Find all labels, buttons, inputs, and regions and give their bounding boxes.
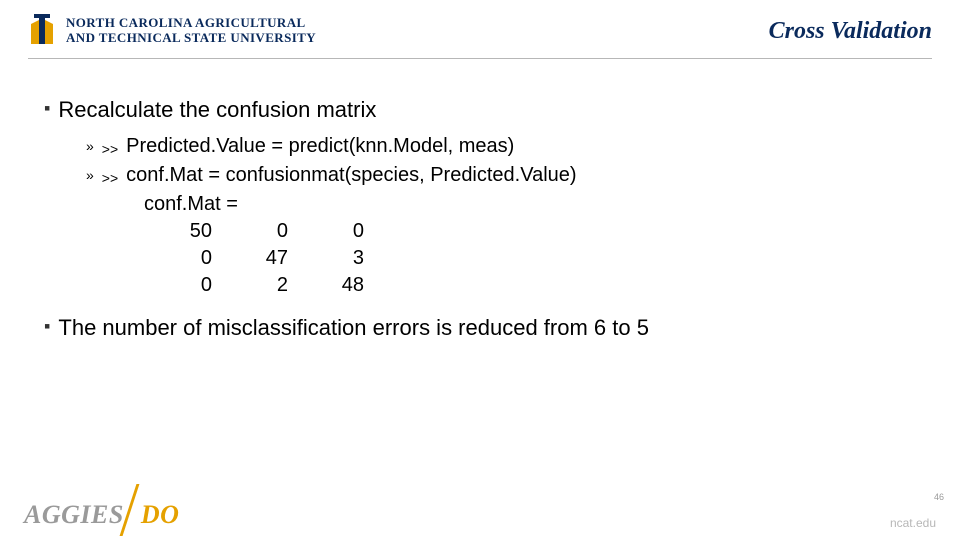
header-row: NORTH CAROLINA AGRICULTURAL AND TECHNICA…: [28, 14, 932, 48]
table-row: 0 2 48: [164, 272, 392, 299]
bullet-item: ▪ The number of misclassification errors…: [44, 313, 916, 343]
do-word: DO: [141, 500, 180, 530]
matrix-cell: 0: [164, 245, 240, 272]
sub-bullet-icon: »: [86, 162, 94, 191]
prompt-symbol: >>: [102, 133, 118, 162]
matrix-cell: 0: [164, 272, 240, 299]
university-logo: NORTH CAROLINA AGRICULTURAL AND TECHNICA…: [28, 14, 316, 48]
matrix-cell: 48: [316, 272, 392, 299]
matrix-cell: 2: [240, 272, 316, 299]
bullet-item: ▪ Recalculate the confusion matrix: [44, 95, 916, 125]
bullet-text: Recalculate the confusion matrix: [58, 95, 376, 125]
site-url: ncat.edu: [890, 516, 936, 530]
matrix-cell: 0: [240, 218, 316, 245]
sub-bullet: » >> conf.Mat = confusionmat(species, Pr…: [86, 162, 916, 191]
sub-bullet: » >> Predicted.Value = predict(knn.Model…: [86, 133, 916, 162]
logo-line1: NORTH CAROLINA AGRICULTURAL: [66, 16, 316, 31]
matrix-cell: 50: [164, 218, 240, 245]
sub-bullets: » >> Predicted.Value = predict(knn.Model…: [86, 133, 916, 299]
matrix-cell: 3: [316, 245, 392, 272]
code-line: conf.Mat = confusionmat(species, Predict…: [126, 162, 576, 191]
bullet-square-icon: ▪: [44, 95, 50, 125]
header-divider: [28, 58, 932, 59]
matrix-cell: 47: [240, 245, 316, 272]
prompt-symbol: >>: [102, 162, 118, 191]
slide-title: Cross Validation: [769, 18, 932, 45]
table-row: 0 47 3: [164, 245, 392, 272]
sub-bullet-icon: »: [86, 133, 94, 162]
slide-footer: AGGIES DO ncat.edu: [0, 484, 960, 530]
logo-line2: AND TECHNICAL STATE UNIVERSITY: [66, 31, 316, 46]
aggies-word: AGGIES: [24, 500, 124, 530]
matrix-cell: 0: [316, 218, 392, 245]
output-label: conf.Mat =: [144, 191, 916, 218]
code-line: Predicted.Value = predict(knn.Model, mea…: [126, 133, 514, 162]
aggies-logo: AGGIES DO: [24, 484, 179, 530]
slide-header: NORTH CAROLINA AGRICULTURAL AND TECHNICA…: [0, 0, 960, 59]
confusion-matrix: 50 0 0 0 47 3 0 2 48: [164, 218, 916, 299]
logo-icon: [28, 14, 56, 48]
slide-content: ▪ Recalculate the confusion matrix » >> …: [0, 67, 960, 342]
table-row: 50 0 0: [164, 218, 392, 245]
bullet-text: The number of misclassification errors i…: [58, 313, 649, 343]
bullet-square-icon: ▪: [44, 313, 50, 343]
logo-text: NORTH CAROLINA AGRICULTURAL AND TECHNICA…: [66, 16, 316, 46]
